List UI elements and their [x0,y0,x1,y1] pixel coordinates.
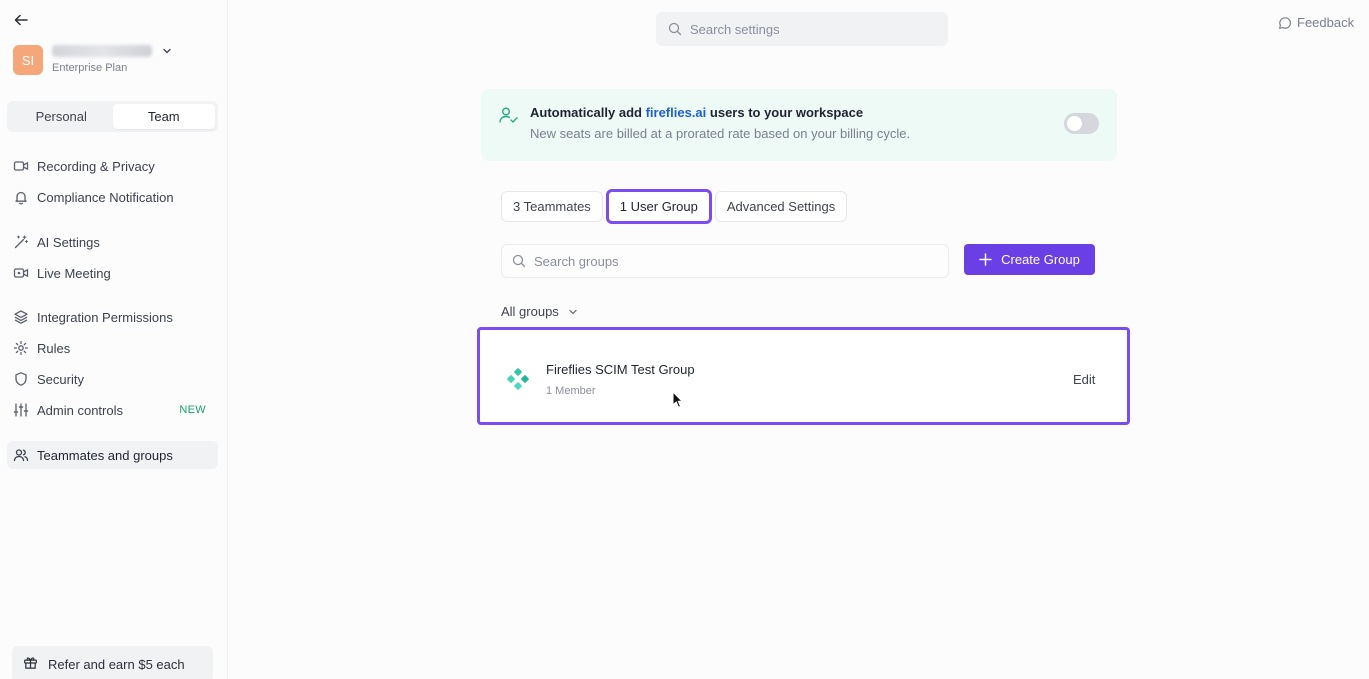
settings-search-input[interactable] [690,21,930,37]
back-button[interactable] [12,11,30,29]
feedback-button[interactable]: Feedback [1278,15,1354,30]
user-check-icon [498,105,518,125]
bell-icon [13,189,29,205]
refer-label: Refer and earn $5 each [48,656,185,672]
sidebar-item-label: Admin controls [37,402,123,418]
group-logo-icon [507,368,529,390]
auto-add-users-banner: Automatically add fireflies.ai users to … [481,89,1117,161]
tab-teammates[interactable]: 3 Teammates [501,191,603,222]
sidebar-item-integration-permissions[interactable]: Integration Permissions [7,303,218,331]
workspace-name-redacted [52,45,152,57]
chevron-down-icon [569,309,577,314]
toggle-knob [1067,116,1082,131]
teammates-tabs: 3 Teammates 1 User Group Advanced Settin… [501,189,848,224]
sidebar-item-recording-privacy[interactable]: Recording & Privacy [7,152,218,180]
sidebar-item-label: Teammates and groups [37,447,173,463]
magic-wand-icon [13,234,29,250]
chevron-down-icon[interactable] [162,45,174,57]
workspace-avatar: SI [13,45,43,75]
sidebar-item-label: Recording & Privacy [37,158,155,174]
settings-search[interactable] [656,12,948,46]
search-icon [668,22,682,36]
video-camera-icon [13,158,29,174]
sidebar-item-live-meeting[interactable]: Live Meeting [7,259,218,287]
sidebar: SI Enterprise Plan Personal Team Recordi… [0,0,228,679]
new-badge: NEW [179,404,206,416]
live-video-icon [13,265,29,281]
chat-bubble-icon [1279,16,1291,29]
group-name: Fireflies SCIM Test Group [546,362,695,377]
sidebar-item-label: Compliance Notification [37,189,174,205]
fireflies-link[interactable]: fireflies.ai [646,105,707,120]
sidebar-item-label: AI Settings [37,234,100,250]
group-card[interactable]: Fireflies SCIM Test Group 1 Member Edit [477,327,1130,425]
sidebar-item-label: Rules [37,340,71,356]
sliders-icon [13,402,29,418]
create-group-button[interactable]: Create Group [964,244,1095,275]
mode-switch: Personal Team [7,101,218,132]
layers-icon [13,309,29,325]
sidebar-item-label: Integration Permissions [37,309,173,325]
auto-add-toggle[interactable] [1064,113,1099,134]
mode-personal-button[interactable]: Personal [10,104,113,129]
plus-icon [979,253,992,266]
users-icon [13,447,29,463]
group-edit-button[interactable]: Edit [1073,372,1095,387]
group-member-count: 1 Member [546,385,596,397]
sidebar-item-ai-settings[interactable]: AI Settings [7,228,218,256]
workspace-plan: Enterprise Plan [52,62,128,74]
sidebar-item-label: Live Meeting [37,265,111,281]
sidebar-item-label: Security [37,371,84,387]
search-icon [512,254,526,268]
sidebar-item-security[interactable]: Security [7,365,218,393]
groups-filter-dropdown[interactable]: All groups [501,304,578,319]
mode-team-button[interactable]: Team [112,104,215,129]
banner-subtitle: New seats are billed at a prorated rate … [530,126,911,141]
group-search-input[interactable] [534,253,774,269]
mouse-cursor-icon [672,391,684,408]
create-group-label: Create Group [1001,252,1080,267]
gift-icon [23,655,38,673]
refer-button[interactable]: Refer and earn $5 each [12,646,213,679]
sidebar-item-rules[interactable]: Rules [7,334,218,362]
tab-advanced-settings[interactable]: Advanced Settings [714,191,848,222]
banner-title: Automatically add fireflies.ai users to … [530,105,864,120]
groups-filter-label: All groups [501,304,559,319]
workspace-switcher[interactable]: SI Enterprise Plan [13,45,174,75]
shield-icon [13,371,29,387]
sidebar-item-admin-controls[interactable]: Admin controls NEW [7,396,218,424]
arrow-left-icon [14,14,28,26]
sidebar-item-teammates-groups[interactable]: Teammates and groups [7,441,218,469]
sidebar-item-compliance-notification[interactable]: Compliance Notification [7,183,218,211]
feedback-label: Feedback [1297,15,1355,30]
cog-icon [13,340,29,356]
settings-page: SI Enterprise Plan Personal Team Recordi… [0,0,1369,679]
tab-user-groups[interactable]: 1 User Group [605,189,712,224]
group-search[interactable] [501,244,949,278]
